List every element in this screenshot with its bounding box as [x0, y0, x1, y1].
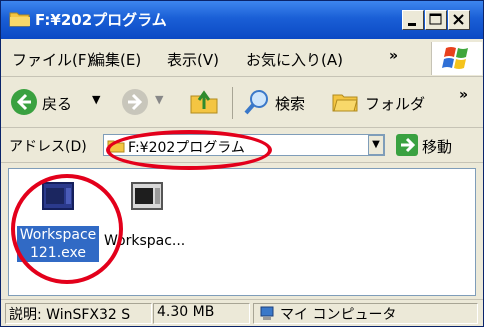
- close-button[interactable]: [448, 10, 470, 30]
- status-size: 4.30 MB: [153, 303, 250, 324]
- toolbar-overflow-chevron[interactable]: »: [459, 87, 468, 103]
- back-dropdown-icon[interactable]: ▼: [92, 93, 100, 106]
- menu-edit[interactable]: 編集(E): [90, 49, 141, 70]
- forward-arrow-icon: [122, 89, 148, 115]
- back-arrow-icon: [11, 89, 37, 115]
- minimize-button[interactable]: [402, 10, 424, 30]
- explorer-window: F:¥202プログラム ファイル(F) 編集(E) 表示(V) お気に入り(A)…: [0, 0, 484, 327]
- title-bar[interactable]: F:¥202プログラム: [1, 1, 483, 39]
- folder-icon: [9, 12, 30, 27]
- back-label: 戻る: [42, 95, 73, 113]
- toolbar: 戻る ▼ ▼ 検索 フォルダ »: [1, 77, 483, 128]
- folders-button[interactable]: フォルダ: [329, 83, 429, 121]
- maximize-icon: [429, 13, 442, 25]
- my-computer-icon: [260, 306, 274, 320]
- close-icon: [453, 14, 464, 25]
- address-dropdown-button[interactable]: ▼: [368, 135, 384, 155]
- toolbar-separator: [232, 87, 233, 119]
- forward-button[interactable]: ▼: [119, 83, 177, 121]
- go-button[interactable]: [396, 134, 418, 156]
- status-bar: 説明: WinSFX32 S 4.30 MB マイ コンピュータ: [1, 299, 483, 326]
- folders-label: フォルダ: [365, 95, 426, 113]
- search-button[interactable]: 検索: [241, 83, 321, 121]
- maximize-button[interactable]: [425, 10, 447, 30]
- menu-file[interactable]: ファイル(F): [12, 49, 92, 70]
- menu-overflow-chevron[interactable]: »: [389, 48, 398, 64]
- status-description: 説明: WinSFX32 S: [5, 303, 152, 324]
- windows-logo: [431, 42, 482, 75]
- search-label: 検索: [275, 95, 306, 113]
- go-arrow-icon: [401, 137, 416, 153]
- app-window-icon: [131, 182, 163, 210]
- annotation-circle-file: [11, 174, 123, 284]
- annotation-circle-address: [106, 130, 272, 170]
- menu-view[interactable]: 表示(V): [167, 49, 219, 70]
- window-title: F:¥202プログラム: [35, 11, 167, 29]
- menu-favorites[interactable]: お気に入り(A): [246, 49, 343, 70]
- forward-dropdown-icon[interactable]: ▼: [155, 93, 163, 106]
- windows-flag-icon: [442, 47, 468, 69]
- minimize-icon: [408, 23, 416, 26]
- menu-bar: ファイル(F) 編集(E) 表示(V) お気に入り(A) »: [1, 40, 483, 77]
- address-label: アドレス(D): [9, 139, 87, 155]
- search-icon: [244, 90, 268, 115]
- folders-icon: [332, 94, 358, 112]
- status-location: マイ コンピュータ: [253, 303, 478, 324]
- back-button[interactable]: 戻る ▼: [6, 83, 118, 121]
- up-folder-icon[interactable]: [189, 87, 219, 115]
- go-label[interactable]: 移動: [422, 136, 452, 157]
